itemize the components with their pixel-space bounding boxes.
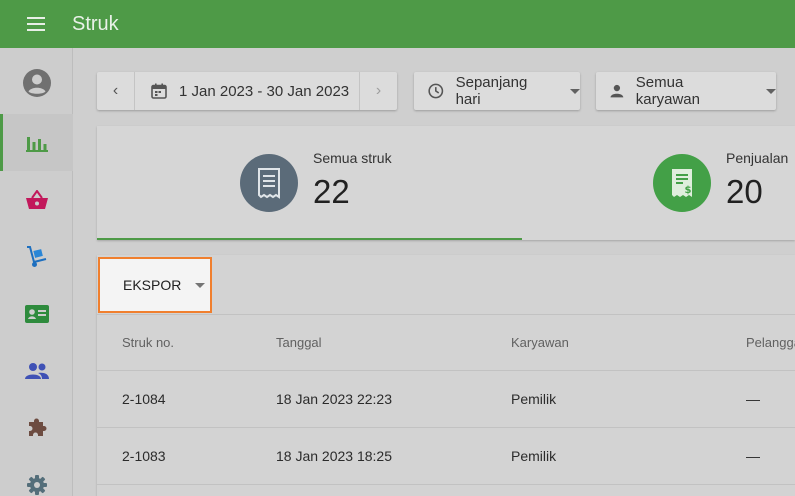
date-range-picker: ‹ 1 Jan 2023 - 30 Jan 2023 › [97, 72, 397, 110]
stat-value: 22 [313, 173, 350, 210]
calendar-icon [151, 83, 167, 99]
sidebar-item-reports[interactable] [0, 114, 73, 171]
app-bar: Struk [0, 0, 795, 48]
table-row[interactable] [97, 484, 795, 496]
sidebar-item-inventory[interactable] [0, 228, 73, 285]
next-period-button[interactable]: › [360, 72, 397, 110]
dolly-icon [26, 245, 46, 267]
column-header-employee[interactable]: Karyawan [511, 315, 569, 370]
cell-receipt-no: 2-1084 [122, 391, 166, 407]
cell-date: 18 Jan 2023 18:25 [276, 448, 392, 464]
clock-icon [428, 83, 444, 99]
previous-period-button[interactable]: ‹ [97, 72, 134, 110]
employee-filter-label: Semua karyawan [635, 74, 700, 108]
svg-text:$: $ [685, 185, 692, 196]
sidebar-item-account[interactable] [0, 54, 73, 111]
date-range-label: 1 Jan 2023 - 30 Jan 2023 [179, 82, 350, 100]
bar-chart-icon [25, 136, 48, 152]
id-card-icon [24, 304, 49, 323]
receipt-icon [240, 154, 298, 212]
column-header-receipt-no[interactable]: Struk no. [122, 315, 174, 370]
stat-label: Semua struk [313, 150, 392, 166]
time-filter-label: Sepanjang hari [455, 74, 528, 108]
hamburger-icon [27, 17, 45, 31]
tab-all-receipts[interactable]: Semua struk 22 [97, 126, 522, 240]
people-icon [24, 362, 49, 379]
account-circle-icon [22, 68, 51, 97]
cell-date: 18 Jan 2023 22:23 [276, 391, 392, 407]
page-title: Struk [72, 12, 119, 35]
sales-receipt-icon: $ [653, 154, 711, 212]
sidebar-item-settings[interactable] [0, 456, 73, 496]
person-icon [610, 84, 624, 98]
caret-down-icon [570, 88, 580, 94]
gear-icon [26, 474, 47, 495]
menu-button[interactable] [0, 0, 72, 48]
employee-filter-dropdown[interactable]: Semua karyawan [596, 72, 776, 110]
chevron-right-icon: › [375, 82, 382, 99]
stat-label: Penjualan [726, 150, 789, 166]
cell-receipt-no: 2-1083 [122, 448, 166, 464]
tab-sales[interactable]: $ Penjualan 20 [522, 126, 795, 240]
cell-customer: — [746, 448, 760, 464]
puzzle-icon [28, 418, 46, 436]
export-label: EKSPOR [123, 277, 182, 293]
caret-down-icon [766, 88, 776, 94]
table-row[interactable]: 2-1083 18 Jan 2023 18:25 Pemilik — [97, 427, 795, 484]
table-header: Struk no. Tanggal Karyawan Pelanggan [97, 314, 795, 370]
sidebar [0, 48, 73, 496]
cell-employee: Pemilik [511, 448, 557, 464]
sidebar-item-customers[interactable] [0, 285, 73, 342]
summary-card: Semua struk 22 $ Penjualan 20 [97, 126, 795, 240]
sidebar-item-integrations[interactable] [0, 399, 73, 456]
time-filter-dropdown[interactable]: Sepanjang hari [414, 72, 580, 110]
table-row[interactable]: 2-1084 18 Jan 2023 22:23 Pemilik — [97, 370, 795, 427]
export-button[interactable]: EKSPOR [98, 257, 212, 313]
cell-employee: Pemilik [511, 391, 557, 407]
column-header-date[interactable]: Tanggal [276, 315, 322, 370]
chevron-left-icon: ‹ [112, 82, 119, 99]
caret-down-icon [195, 282, 206, 288]
sidebar-item-items[interactable] [0, 171, 73, 228]
sidebar-item-employees[interactable] [0, 342, 73, 399]
cell-customer: — [746, 391, 760, 407]
column-header-customer[interactable]: Pelanggan [746, 315, 795, 370]
date-range-button[interactable]: 1 Jan 2023 - 30 Jan 2023 [134, 72, 360, 110]
stat-value: 20 [726, 173, 763, 210]
basket-icon [25, 189, 48, 209]
